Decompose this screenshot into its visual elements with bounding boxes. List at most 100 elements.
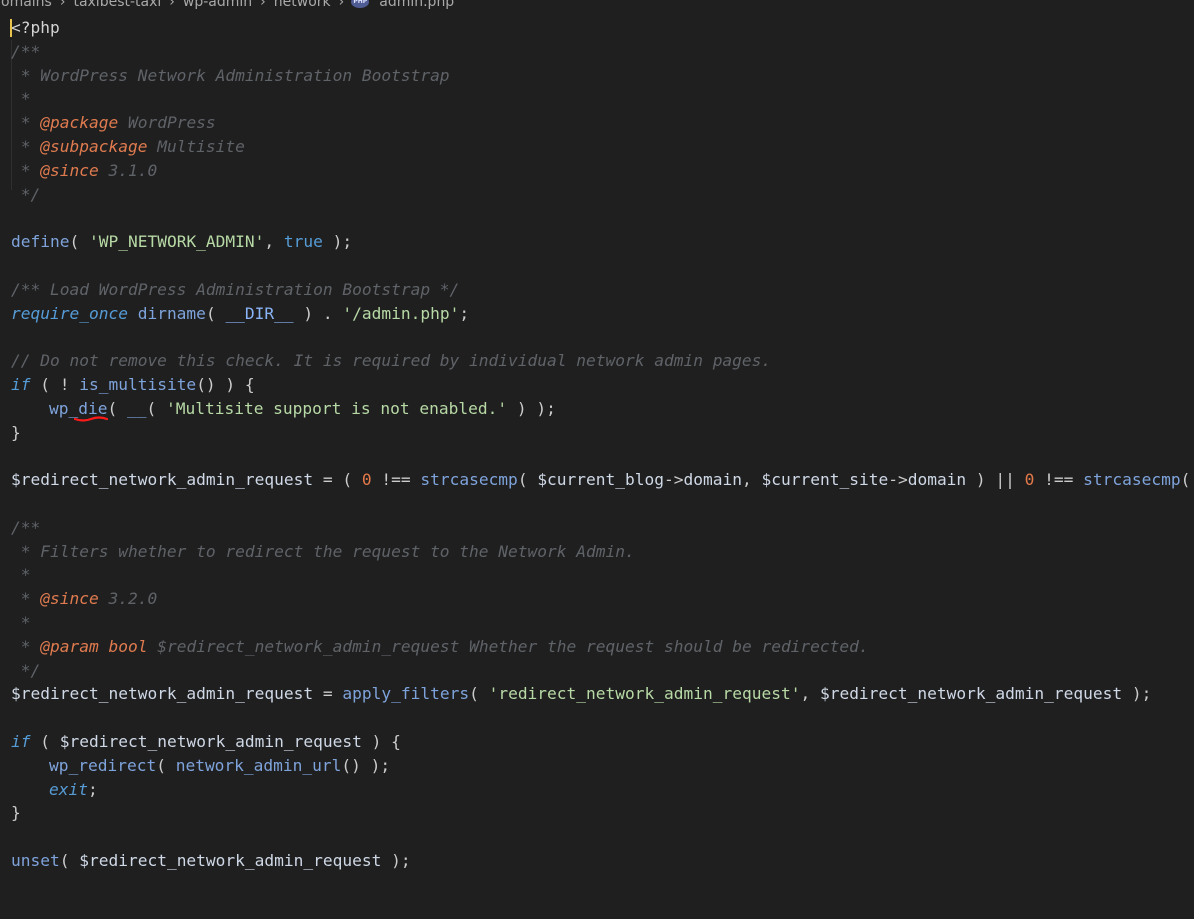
breadcrumb-item-domains[interactable]: omains bbox=[0, 0, 53, 10]
code-line-4[interactable]: * bbox=[11, 87, 1194, 111]
string-literal: '/admin.php' bbox=[342, 303, 460, 323]
doc-comment: */ bbox=[11, 184, 41, 204]
code-line-26[interactable]: * bbox=[11, 611, 1194, 635]
code-line-33[interactable]: exit; bbox=[11, 778, 1194, 802]
code-line-21[interactable] bbox=[11, 492, 1194, 516]
string-literal: 'WP_NETWORK_ADMIN' bbox=[88, 232, 265, 252]
chevron-right-icon: › bbox=[338, 0, 345, 10]
doc-comment: * bbox=[11, 160, 41, 180]
code-line-16[interactable]: if ( ! is_multisite() ) { bbox=[11, 373, 1194, 397]
doc-comment: * bbox=[11, 136, 41, 156]
number-literal: 0 bbox=[361, 470, 372, 490]
punctuation: ( bbox=[517, 470, 538, 490]
code-line-7[interactable]: * @since 3.1.0 bbox=[11, 159, 1194, 183]
code-line-22[interactable]: /** bbox=[11, 516, 1194, 540]
punctuation: ( bbox=[146, 398, 166, 418]
punctuation: } bbox=[11, 422, 21, 442]
code-line-25[interactable]: * @since 3.2.0 bbox=[11, 587, 1194, 611]
code-line-27[interactable]: * @param bool $redirect_network_admin_re… bbox=[11, 635, 1194, 659]
punctuation: () ) { bbox=[196, 374, 255, 394]
keyword: require_once bbox=[11, 303, 128, 323]
code-line-28[interactable]: */ bbox=[11, 659, 1194, 683]
text-cursor bbox=[10, 19, 12, 37]
code-line-6[interactable]: * @subpackage Multisite bbox=[11, 135, 1194, 159]
code-line-15[interactable]: // Do not remove this check. It is requi… bbox=[11, 349, 1194, 373]
breadcrumb-item-taxibest-taxi[interactable]: taxibest-taxi bbox=[72, 0, 162, 10]
doc-comment: 3.1.0 bbox=[98, 160, 158, 180]
code-line-36[interactable]: unset( $redirect_network_admin_request )… bbox=[11, 849, 1194, 873]
punctuation: ) . bbox=[293, 303, 343, 323]
punctuation: ( bbox=[205, 303, 226, 323]
punctuation: , bbox=[264, 232, 284, 252]
code-line-19[interactable] bbox=[11, 444, 1194, 468]
doc-comment: Multisite bbox=[147, 136, 245, 156]
function-name: apply_filters bbox=[342, 684, 470, 704]
code-line-32[interactable]: wp_redirect( network_admin_url() ); bbox=[11, 754, 1194, 778]
punctuation: -> bbox=[664, 470, 684, 490]
doc-comment: */ bbox=[11, 660, 41, 680]
breadcrumb-item-wp-admin[interactable]: wp-admin bbox=[182, 0, 253, 10]
function-name: is_multisite bbox=[79, 374, 197, 394]
function-name: dirname bbox=[137, 303, 206, 323]
code-line-10[interactable]: define( 'WP_NETWORK_ADMIN', true ); bbox=[11, 230, 1194, 254]
doc-comment: WordPress bbox=[118, 113, 216, 133]
punctuation: ; bbox=[87, 779, 98, 799]
code-line-12[interactable]: /** Load WordPress Administration Bootst… bbox=[11, 278, 1194, 302]
code-line-20[interactable]: $redirect_network_admin_request = ( 0 !=… bbox=[11, 468, 1194, 492]
breadcrumb: omains › taxibest-taxi › wp-admin › netw… bbox=[0, 0, 455, 12]
punctuation: ) { bbox=[361, 731, 401, 751]
code-line-1[interactable]: <?php bbox=[10, 16, 1194, 40]
doc-comment: * bbox=[11, 565, 31, 585]
code-line-11[interactable] bbox=[11, 254, 1194, 278]
doc-tag: @package bbox=[40, 113, 119, 133]
code-line-9[interactable] bbox=[11, 206, 1194, 230]
chevron-right-icon: › bbox=[169, 0, 175, 10]
punctuation: ( ! bbox=[30, 374, 80, 394]
keyword: if bbox=[11, 731, 31, 751]
function-name: strcasecmp bbox=[420, 470, 518, 490]
code-line-34[interactable]: } bbox=[11, 801, 1194, 825]
punctuation: ); bbox=[1122, 684, 1152, 704]
code-line-23[interactable]: * Filters whether to redirect the reques… bbox=[11, 540, 1194, 564]
code-line-17[interactable]: wp_die( __( 'Multisite support is not en… bbox=[11, 397, 1194, 422]
breadcrumb-item-network[interactable]: network bbox=[273, 0, 332, 10]
punctuation: ( bbox=[107, 398, 127, 418]
code-line-24[interactable]: * bbox=[11, 563, 1194, 587]
punctuation: ) ); bbox=[507, 398, 556, 418]
doc-comment: 3.2.0 bbox=[98, 589, 158, 609]
code-area[interactable]: <?php /** * WordPress Network Administra… bbox=[10, 16, 1194, 873]
variable: $redirect_network_admin_request bbox=[79, 850, 382, 870]
string-literal: 'redirect_network_admin_request' bbox=[488, 684, 801, 704]
php-file-icon: PHP bbox=[351, 0, 370, 8]
magic-constant: __DIR__ bbox=[225, 303, 294, 323]
code-line-14[interactable] bbox=[11, 325, 1194, 349]
punctuation: !== bbox=[371, 470, 421, 490]
doc-comment: * WordPress Network Administration Boots… bbox=[11, 65, 450, 85]
php-open-tag: <?php bbox=[11, 18, 60, 37]
breadcrumb-item-file[interactable]: admin.php bbox=[378, 0, 455, 10]
code-line-30[interactable] bbox=[11, 706, 1194, 730]
code-line-2[interactable]: /** bbox=[11, 40, 1194, 64]
doc-comment: * bbox=[11, 636, 41, 656]
code-line-35[interactable] bbox=[11, 825, 1194, 849]
keyword: true bbox=[283, 232, 323, 252]
code-line-29[interactable]: $redirect_network_admin_request = apply_… bbox=[11, 682, 1194, 706]
code-line-3[interactable]: * WordPress Network Administration Boots… bbox=[11, 64, 1194, 88]
code-line-18[interactable]: } bbox=[11, 421, 1194, 445]
punctuation: ( bbox=[156, 755, 176, 775]
code-editor[interactable]: omains › taxibest-taxi › wp-admin › netw… bbox=[0, 0, 1194, 919]
code-line-8[interactable]: */ bbox=[11, 183, 1194, 207]
code-line-31[interactable]: if ( $redirect_network_admin_request ) { bbox=[11, 730, 1194, 754]
doc-comment: $redirect_network_admin_request Whether … bbox=[147, 636, 869, 656]
chevron-right-icon: › bbox=[260, 0, 266, 10]
block-comment: /** Load WordPress Administration Bootst… bbox=[11, 279, 460, 299]
doc-comment: * bbox=[11, 113, 41, 133]
variable: $redirect_network_admin_request bbox=[819, 684, 1123, 704]
doc-comment: * Filters whether to redirect the reques… bbox=[11, 541, 635, 561]
line-comment: // Do not remove this check. It is requi… bbox=[11, 351, 772, 371]
punctuation: !== bbox=[1034, 470, 1084, 490]
code-line-13[interactable]: require_once dirname( __DIR__ ) . '/admi… bbox=[11, 302, 1194, 326]
punctuation: = bbox=[313, 684, 343, 704]
property: domain bbox=[907, 470, 967, 490]
code-line-5[interactable]: * @package WordPress bbox=[11, 111, 1194, 135]
